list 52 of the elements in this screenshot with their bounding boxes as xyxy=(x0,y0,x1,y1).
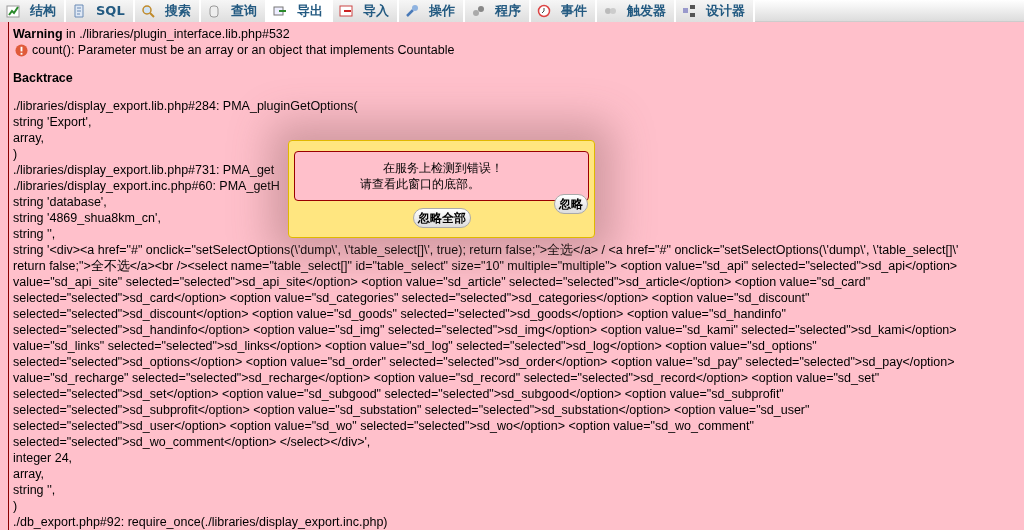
backtrace-line: array, xyxy=(13,466,45,482)
backtrace-line: ) xyxy=(13,498,18,514)
backtrace-line: value="sd_api_site" selected="selected">sd_api_site</option> <option value="sd_article" selected="selected">sd_article</option> <option value="sd_card" xyxy=(13,274,871,290)
tab[interactable]: 程序 xyxy=(464,0,531,22)
error-message: count(): Parameter must be an array or an object that implements Countable xyxy=(32,42,455,58)
tab[interactable]: SQL xyxy=(66,0,135,22)
backtrace-line: selected="selected">sd_discount</option> <option value="sd_goods" selected="selected">sd_goods</option> <option value="sd_handinfo" xyxy=(13,306,786,322)
backtrace-line: selected="selected">sd_set</option> <option value="sd_subgood" selected="selected">sd_subgood</option> <option value="sd_subprofit" xyxy=(13,386,784,402)
backtrace-line: string 'Export', xyxy=(13,114,92,130)
tab[interactable]: 触发器 xyxy=(596,0,676,22)
backtrace-line: ./libraries/display_export.inc.php#60: PMA_getH xyxy=(13,178,280,194)
backtrace-line: selected="selected">sd_options</option> <option value="sd_order" selected="selected">sd_order</option> <option value="sd_pay" selected="selected">sd_pay</option> xyxy=(13,354,955,370)
tab[interactable]: 操作 xyxy=(398,0,465,22)
tab[interactable]: 导入 xyxy=(332,0,399,22)
backtrace-line: selected="selected">sd_subprofit</option> <option value="sd_substation" selected="selected">sd_substation</option> <option value="sd_user" xyxy=(13,402,810,418)
diagram-icon xyxy=(681,4,696,18)
backtrace-line: array, xyxy=(13,130,45,146)
clock-icon xyxy=(536,4,551,18)
backtrace-line: integer 24, xyxy=(13,450,73,466)
backtrace-line: return false;">全不选</a><br /><select name="table_select[]" id="table_select" size="10" multiple="multiple"> <option value="sd_api" selected="selected">sd_api</option> xyxy=(13,258,958,274)
warning-heading: Warning in ./libraries/plugin_interface.lib.php#532 xyxy=(13,26,290,42)
wrench-icon xyxy=(404,4,419,18)
tab[interactable]: 事件 xyxy=(530,0,597,22)
tab[interactable]: 结构 xyxy=(0,0,66,22)
backtrace-line: selected="selected">sd_card</option> <option value="sd_categories" selected="selected">sd_categories</option> <option value="sd_discount" xyxy=(13,290,810,306)
backtrace-line: string '4869_shua8km_cn', xyxy=(13,210,161,226)
backtrace-line: value="sd_recharge" selected="selected">sd_recharge</option> <option value="sd_record" selected="selected">sd_record</option> <option value="sd_set" xyxy=(13,370,880,386)
backtrace-line: ./db_export.php#92: require_once(./libraries/display_export.inc.php) xyxy=(13,514,388,530)
backtrace-line: selected="selected">sd_user</option> <option value="sd_wo" selected="selected">sd_wo</option> <option value="sd_wo_comment" xyxy=(13,418,754,434)
chart-icon xyxy=(6,4,20,18)
ignore-button[interactable]: 忽略 xyxy=(554,194,588,214)
backtrace-line: string '', xyxy=(13,482,56,498)
tab[interactable]: 设计器 xyxy=(675,0,755,22)
tab[interactable]: 导出 xyxy=(266,0,333,22)
backtrace-line: string '<div><a href="#" onclick="setSelectOptions(\'dump\', \'table_select[]\', true); return false;">全选</a> / <a href="#" onclick="setSelectOptions(\'dump\', \'table_select[]\' xyxy=(13,242,959,258)
backtrace-line: value="sd_links" selected="selected">sd_links</option> <option value="sd_log" selected="selected">sd_log</option> <option value="sd_options" xyxy=(13,338,817,354)
backtrace-line: ./libraries/display_export.lib.php#731: PMA_get xyxy=(13,162,275,178)
search-icon xyxy=(140,4,155,18)
backtrace-line: ) xyxy=(13,146,18,162)
backtrace-line: ./libraries/display_export.lib.php#284: PMA_pluginGetOptions( xyxy=(13,98,358,114)
dialog-message: 在服务上检测到错误！ xyxy=(382,160,503,176)
tab[interactable]: 搜索 xyxy=(134,0,201,22)
backtrace-line: string '', xyxy=(13,226,56,242)
tab[interactable]: 查询 xyxy=(200,0,267,22)
ignore-all-button[interactable]: 忽略全部 xyxy=(412,208,471,228)
backtrace-line: string 'database', xyxy=(13,194,107,210)
dialog-message: 请查看此窗口的底部。 xyxy=(359,176,480,192)
backtrace-heading: Backtrace xyxy=(13,70,73,86)
backtrace-line: selected="selected">sd_handinfo</option> <option value="sd_img" selected="selected">sd_img</option> <option value="sd_kami" selected="selected">sd_kami</option> xyxy=(13,322,957,338)
document-icon xyxy=(72,4,86,18)
backtrace-line: selected="selected">sd_wo_comment</option> </select></div>', xyxy=(13,434,371,450)
error-icon xyxy=(15,43,28,57)
